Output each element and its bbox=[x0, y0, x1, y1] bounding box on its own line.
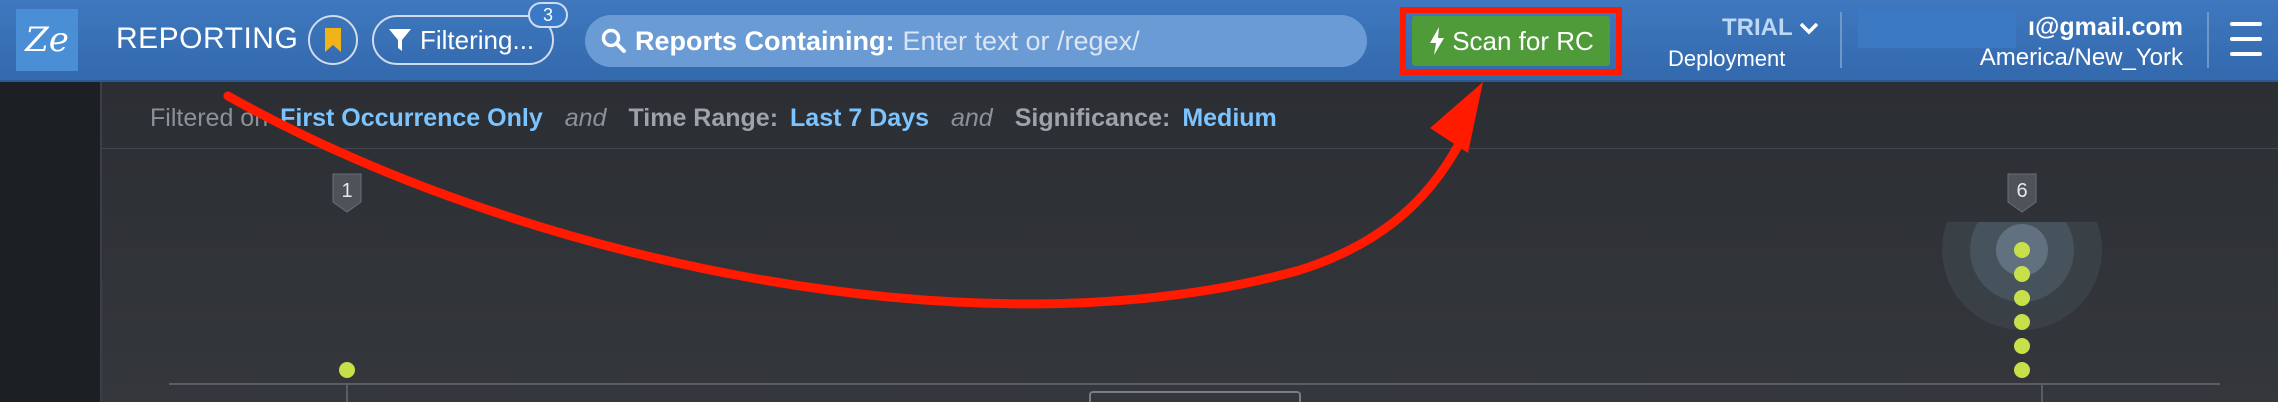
deployment-label: Deployment bbox=[1668, 46, 1786, 71]
event-dot[interactable] bbox=[2014, 242, 2030, 258]
deployment-plan: TRIAL bbox=[1722, 14, 1793, 41]
hamburger-menu-icon[interactable] bbox=[2230, 22, 2262, 56]
left-sidebar bbox=[0, 82, 100, 402]
filter-count-badge: 3 bbox=[528, 2, 568, 28]
search-input[interactable] bbox=[900, 24, 1325, 58]
event-dot[interactable] bbox=[2014, 314, 2030, 330]
bookmark-button[interactable] bbox=[308, 15, 358, 65]
header-divider bbox=[2207, 12, 2209, 68]
funnel-icon bbox=[388, 27, 412, 53]
account-timezone: America/New_York bbox=[1979, 44, 2183, 71]
marker-count-label: 6 bbox=[2016, 180, 2027, 202]
top-bar: Ze REPORTING Filtering... 3 Reports Cont… bbox=[0, 0, 2278, 82]
filter-button[interactable]: Filtering... bbox=[372, 15, 554, 65]
event-dot[interactable] bbox=[2014, 290, 2030, 306]
search-bar[interactable]: Reports Containing: bbox=[585, 15, 1367, 67]
bookmark-icon bbox=[324, 27, 342, 53]
account-email[interactable]: ı@gmail.com bbox=[2028, 13, 2183, 42]
event-dot[interactable] bbox=[2014, 266, 2030, 282]
report-panel: Filtered on First Occurrence Only and Ti… bbox=[100, 82, 2278, 402]
filter-button-label: Filtering... bbox=[420, 24, 535, 55]
event-dot[interactable] bbox=[339, 362, 355, 378]
event-dot[interactable] bbox=[2014, 338, 2030, 354]
deployment-selector[interactable]: TRIAL bbox=[1722, 14, 1819, 42]
marker-count-label: 1 bbox=[341, 180, 352, 202]
app-logo[interactable]: Ze bbox=[16, 9, 78, 71]
header-divider bbox=[1840, 12, 1842, 68]
event-dot[interactable] bbox=[2014, 362, 2030, 378]
highlight-box bbox=[1400, 7, 1622, 75]
chart-scroll-handle[interactable] bbox=[1089, 391, 1301, 402]
search-label: Reports Containing: bbox=[635, 25, 895, 56]
account-redaction bbox=[1858, 10, 2016, 48]
timeline-chart: 16 bbox=[169, 173, 2220, 402]
page-title: REPORTING bbox=[116, 22, 299, 55]
search-icon bbox=[601, 28, 627, 54]
chevron-down-icon bbox=[1799, 21, 1819, 35]
